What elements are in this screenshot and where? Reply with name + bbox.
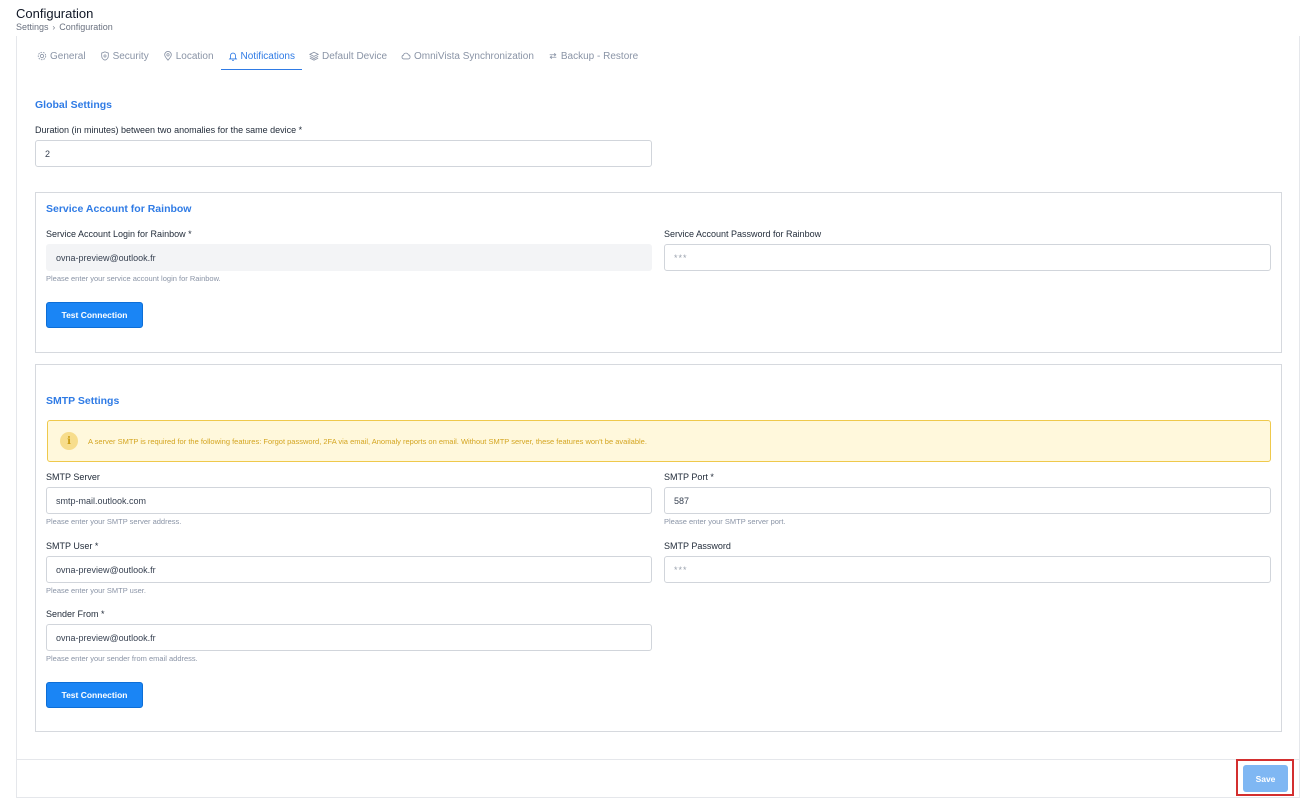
rainbow-panel: Service Account for Rainbow Service Acco… [35,192,1282,353]
bell-icon [228,52,237,61]
tab-omnivista-synchronization[interactable]: OmniVista Synchronization [394,43,541,69]
chevron-right-icon: › [52,22,56,32]
rainbow-login-help: Please enter your service account login … [46,274,221,283]
smtp-password-input[interactable]: *** [664,556,1271,583]
rainbow-password-label: Service Account Password for Rainbow [664,229,822,239]
sender-from-label: Sender From * [46,609,105,619]
cloud-icon [401,52,411,60]
layers-icon [308,51,319,61]
rainbow-login-label: Service Account Login for Rainbow * [46,229,192,239]
tab-general[interactable]: General [37,43,93,69]
rainbow-password-field[interactable]: *** [664,244,1271,271]
breadcrumb-configuration: Configuration [59,22,113,32]
rainbow-test-connection-button[interactable]: Test Connection [46,302,143,328]
save-button[interactable]: Save [1243,765,1288,792]
smtp-user-input[interactable]: ovna-preview@outlook.fr [46,556,652,583]
smtp-warning-alert: i A server SMTP is required for the foll… [47,420,1271,462]
smtp-server-help: Please enter your SMTP server address. [46,517,182,526]
rainbow-title: Service Account for Rainbow [46,203,192,215]
footer-divider [17,759,1299,760]
tab-backup-restore[interactable]: Backup - Restore [541,43,645,69]
tab-backup-restore-label: Backup - Restore [560,50,639,62]
smtp-server-input[interactable]: smtp-mail.outlook.com [46,487,652,514]
tab-default-device-label: Default Device [321,50,388,62]
map-pin-icon [163,51,172,61]
global-settings-title: Global Settings [35,99,113,111]
smtp-port-label: SMTP Port * [664,472,714,482]
page-title: Configuration [16,6,94,21]
smtp-port-help: Please enter your SMTP server port. [664,517,786,526]
tab-security[interactable]: Security [93,43,156,69]
tab-security-label: Security [112,50,149,62]
smtp-panel: SMTP Settings i A server SMTP is require… [35,364,1282,732]
tab-location[interactable]: Location [156,43,221,69]
tab-bar: General Security Location Notifications … [37,43,645,70]
tab-notifications-label: Notifications [240,50,295,62]
tab-general-label: General [50,50,86,62]
smtp-title: SMTP Settings [46,395,120,407]
smtp-password-label: SMTP Password [664,541,731,551]
breadcrumb-settings[interactable]: Settings [16,22,49,32]
tab-default-device[interactable]: Default Device [302,43,394,69]
shield-icon [100,51,109,61]
smtp-test-connection-button[interactable]: Test Connection [46,682,143,708]
duration-input[interactable]: 2 [35,140,652,167]
tab-location-label: Location [175,50,214,62]
refresh-icon [549,53,557,59]
smtp-user-help: Please enter your SMTP user. [46,586,146,595]
sender-from-input[interactable]: ovna-preview@outlook.fr [46,624,652,651]
sender-from-help: Please enter your sender from email addr… [46,654,198,663]
save-highlight-box: Save [1236,759,1294,796]
configuration-card: General Security Location Notifications … [16,36,1300,798]
smtp-port-input[interactable]: 587 [664,487,1271,514]
duration-label: Duration (in minutes) between two anomal… [35,125,303,135]
gear-icon [37,51,47,61]
smtp-user-label: SMTP User * [46,541,99,551]
smtp-server-label: SMTP Server [46,472,100,482]
page-header: Configuration Settings › Configuration [0,0,1301,36]
rainbow-login-field[interactable]: ovna-preview@outlook.fr [46,244,652,271]
info-icon: i [60,432,78,450]
tab-omnivista-label: OmniVista Synchronization [414,50,534,62]
breadcrumb: Settings › Configuration [16,22,113,32]
tab-notifications[interactable]: Notifications [220,43,303,70]
smtp-alert-text: A server SMTP is required for the follow… [88,436,647,446]
